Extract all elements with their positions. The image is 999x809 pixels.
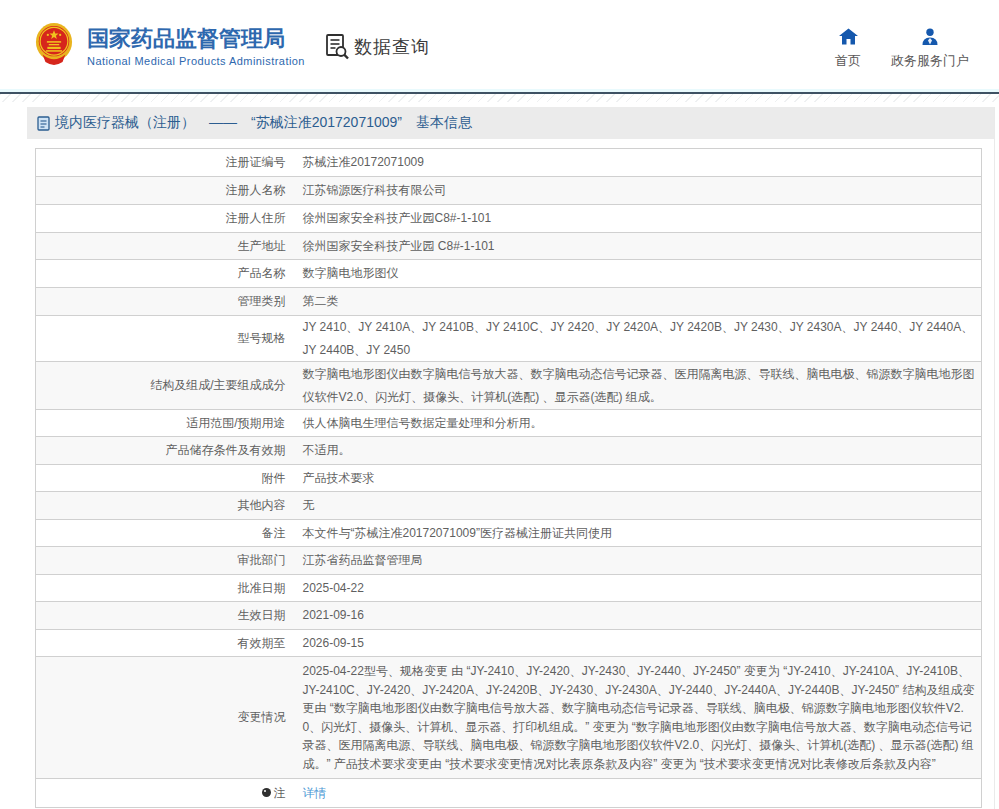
row-label: 产品名称 — [36, 260, 294, 288]
row-value: 2025-04-22型号、规格变更 由 “JY-2410、JY-2420、JY-… — [294, 657, 982, 779]
table-row: 附件产品技术要求 — [36, 465, 982, 492]
table-row: 注册人名称江苏锦源医疗科技有限公司 — [36, 177, 982, 205]
org-name-en: National Medical Products Administration — [87, 55, 305, 68]
row-value: 2026-09-15 — [294, 630, 982, 657]
table-row: 注册证编号苏械注准20172071009 — [36, 149, 982, 177]
table-row: 适用范围/预期用途供人体脑电生理信号数据定量处理和分析用。 — [36, 410, 982, 437]
row-label: 生产地址 — [36, 233, 294, 260]
nav-portal[interactable]: 政务服务门户 — [891, 28, 969, 70]
page-title: 境内医疗器械（注册） —— “苏械注准20172071009” 基本信息 — [55, 114, 472, 132]
table-row: 审批部门江苏省药品监督管理局 — [36, 547, 982, 575]
page-title-bar: 境内医疗器械（注册） —— “苏械注准20172071009” 基本信息 — [27, 107, 994, 139]
info-table-body: 注册证编号苏械注准20172071009注册人名称江苏锦源医疗科技有限公司注册人… — [36, 149, 982, 808]
row-value: 数字脑电地形图仪 — [294, 260, 982, 288]
table-row: 注册人住所徐州国家安全科技产业园C8#-1-101 — [36, 205, 982, 233]
row-value: JY 2410、JY 2410A、JY 2410B、JY 2410C、JY 24… — [294, 316, 982, 362]
row-label: 型号规格 — [36, 316, 294, 362]
table-row: 产品储存条件及有效期不适用。 — [36, 437, 982, 465]
table-row: 生产地址徐州国家安全科技产业园 C8#-1-101 — [36, 233, 982, 260]
national-emblem-logo — [35, 22, 73, 66]
row-label: 附件 — [36, 465, 294, 492]
row-value: 江苏锦源医疗科技有限公司 — [294, 177, 982, 205]
table-row: 其他内容无 — [36, 492, 982, 520]
org-name-zh: 国家药品监督管理局 — [87, 26, 305, 51]
row-label: 其他内容 — [36, 492, 294, 520]
table-row: 有效期至2026-09-15 — [36, 630, 982, 657]
row-value: 产品技术要求 — [294, 465, 982, 492]
note-icon — [262, 788, 271, 797]
row-label: 产品储存条件及有效期 — [36, 437, 294, 465]
row-label: 注 — [36, 779, 294, 808]
row-label: 有效期至 — [36, 630, 294, 657]
table-row: 注详情 — [36, 779, 982, 808]
row-value: 本文件与“苏械注准20172071009”医疗器械注册证共同使用 — [294, 520, 982, 547]
portal-user-icon — [921, 28, 939, 45]
table-row: 产品名称数字脑电地形图仪 — [36, 260, 982, 288]
table-row: 备注本文件与“苏械注准20172071009”医疗器械注册证共同使用 — [36, 520, 982, 547]
module-title: 数据查询 — [354, 35, 430, 59]
row-value: 无 — [294, 492, 982, 520]
table-row: 结构及组成/主要组成成分数字脑电地形图仪由数字脑电信号放大器、数字脑电动态信号记… — [36, 362, 982, 410]
data-query-section: 数据查询 — [325, 33, 430, 60]
home-icon — [839, 28, 858, 45]
row-value: 第二类 — [294, 288, 982, 316]
row-value: 数字脑电地形图仪由数字脑电信号放大器、数字脑电动态信号记录器、医用隔离电源、导联… — [294, 362, 982, 410]
row-label: 管理类别 — [36, 288, 294, 316]
row-value: 2021-09-16 — [294, 602, 982, 630]
row-label: 注册人住所 — [36, 205, 294, 233]
row-value: 详情 — [294, 779, 982, 808]
header-hatch-band — [0, 94, 999, 102]
row-label: 变更情况 — [36, 657, 294, 779]
row-label: 批准日期 — [36, 575, 294, 602]
table-row: 型号规格JY 2410、JY 2410A、JY 2410B、JY 2410C、J… — [36, 316, 982, 362]
right-border-line — [994, 107, 995, 809]
row-label: 适用范围/预期用途 — [36, 410, 294, 437]
info-table: 注册证编号苏械注准20172071009注册人名称江苏锦源医疗科技有限公司注册人… — [35, 148, 982, 808]
row-value: 不适用。 — [294, 437, 982, 465]
table-row: 批准日期2025-04-22 — [36, 575, 982, 602]
row-value: 江苏省药品监督管理局 — [294, 547, 982, 575]
table-row: 生效日期2021-09-16 — [36, 602, 982, 630]
data-query-icon — [325, 33, 350, 60]
row-label: 生效日期 — [36, 602, 294, 630]
row-value: 徐州国家安全科技产业园 C8#-1-101 — [294, 233, 982, 260]
nav-home-label: 首页 — [823, 52, 873, 70]
row-label: 注册证编号 — [36, 149, 294, 177]
row-value: 供人体脑电生理信号数据定量处理和分析用。 — [294, 410, 982, 437]
row-value: 2025-04-22 — [294, 575, 982, 602]
row-value: 徐州国家安全科技产业园C8#-1-101 — [294, 205, 982, 233]
table-row: 变更情况2025-04-22型号、规格变更 由 “JY-2410、JY-2420… — [36, 657, 982, 779]
row-value: 苏械注准20172071009 — [294, 149, 982, 177]
nav-home[interactable]: 首页 — [823, 28, 873, 70]
document-icon — [37, 116, 50, 131]
row-label: 审批部门 — [36, 547, 294, 575]
row-label: 结构及组成/主要组成成分 — [36, 362, 294, 410]
table-row: 管理类别第二类 — [36, 288, 982, 316]
site-header: 国家药品监督管理局 National Medical Products Admi… — [0, 0, 999, 89]
nav-portal-label: 政务服务门户 — [891, 52, 969, 70]
detail-link[interactable]: 详情 — [303, 786, 327, 800]
row-label: 备注 — [36, 520, 294, 547]
row-label: 注册人名称 — [36, 177, 294, 205]
